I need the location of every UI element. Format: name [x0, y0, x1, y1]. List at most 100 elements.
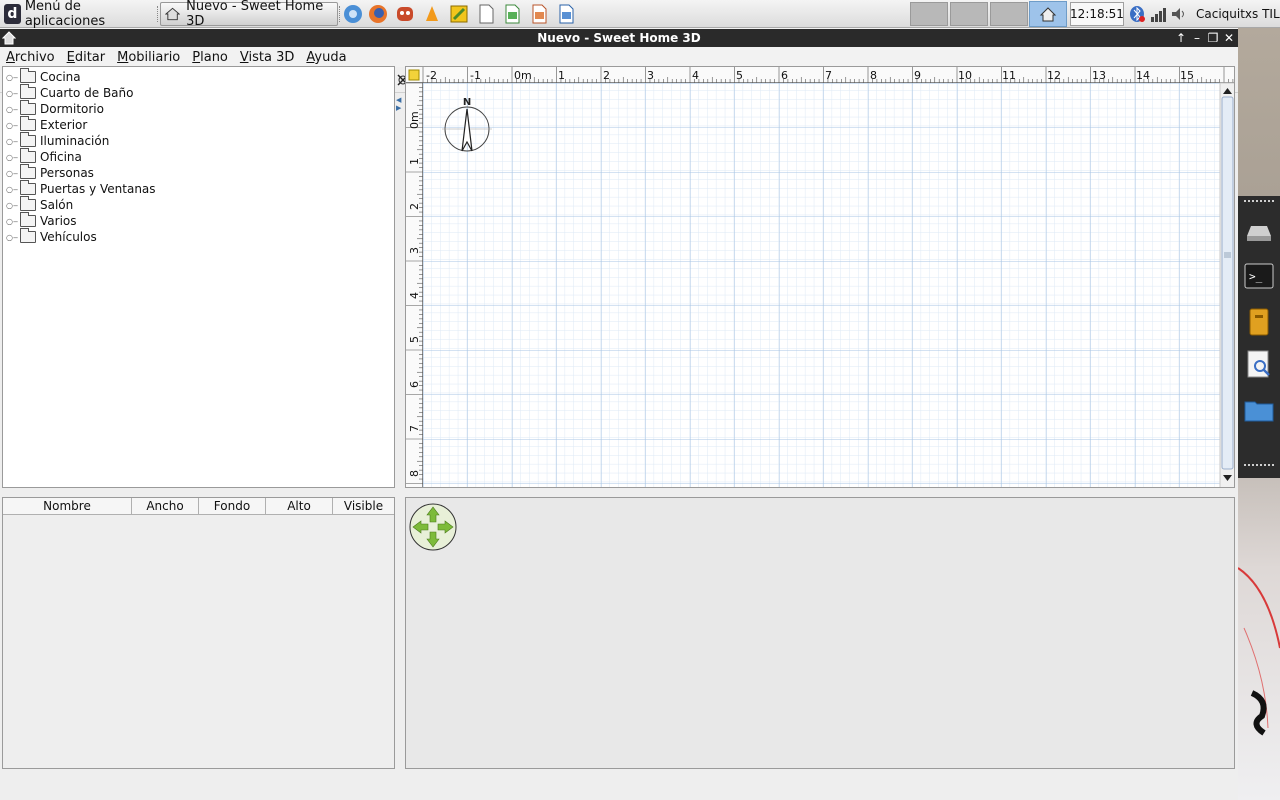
column-header-alto[interactable]: Alto [266, 498, 333, 515]
v-ruler-label: 7 [408, 425, 421, 432]
catalog-category-oficina[interactable]: ○‒ Oficina [6, 148, 82, 165]
keep-above-icon[interactable]: ↑ [1174, 30, 1188, 46]
expand-icon[interactable]: ○‒ [6, 136, 18, 146]
h-ruler-label: 5 [736, 69, 743, 82]
column-header-nombre[interactable]: Nombre [3, 498, 132, 515]
expand-icon[interactable]: ○‒ [6, 88, 18, 98]
catalog-category-iluminacion[interactable]: ○‒ Iluminación [6, 132, 109, 149]
h-ruler-label: 7 [825, 69, 832, 82]
vlc-launcher-icon[interactable] [422, 4, 442, 24]
column-header-visible[interactable]: Visible [333, 498, 394, 515]
folder-icon [20, 68, 36, 83]
v-ruler-label: 2 [408, 203, 421, 210]
catalog-category-cocina[interactable]: ○‒ Cocina [6, 68, 81, 85]
catalog-category-vehiculos[interactable]: ○‒ Vehículos [6, 228, 97, 245]
menu-archivo[interactable]: Archivo [0, 50, 61, 65]
expand-icon[interactable]: ○‒ [6, 152, 18, 162]
h-ruler-label: 15 [1180, 69, 1194, 82]
h-ruler-label: 2 [603, 69, 610, 82]
scrollbar-thumb[interactable] [1221, 96, 1234, 470]
ruler-corner-icon [408, 69, 420, 81]
workspace-3[interactable] [990, 2, 1028, 26]
applications-menu-button[interactable]: d Menú de aplicaciones [0, 0, 156, 29]
disk-drive-icon[interactable] [1243, 216, 1275, 248]
workspace-2[interactable] [950, 2, 988, 26]
workspace-4-active[interactable] [1029, 1, 1067, 27]
catalog-category-exterior[interactable]: ○‒ Exterior [6, 116, 87, 133]
menubar: Archivo Editar Mobiliario Plano Vista 3D… [0, 47, 1238, 67]
editor-launcher-icon[interactable] [449, 4, 469, 24]
sweet-home-3d-icon [165, 7, 181, 21]
expand-icon[interactable]: ○‒ [6, 216, 18, 226]
h-ruler-label: 11 [1002, 69, 1016, 82]
plan-canvas[interactable]: -2 -1 0m 1 2 3 4 5 6 7 8 9 10 11 12 13 1… [406, 67, 1235, 488]
v-ruler-label: 8 [408, 470, 421, 477]
side-dock: >_ [1238, 196, 1280, 478]
spreadsheet-launcher-icon[interactable] [502, 4, 522, 24]
presentation-launcher-icon[interactable] [529, 4, 549, 24]
plan-view[interactable]: -2 -1 0m 1 2 3 4 5 6 7 8 9 10 11 12 13 1… [405, 66, 1235, 488]
workspace-1[interactable] [910, 2, 948, 26]
h-ruler-label: 6 [781, 69, 788, 82]
catalog-category-dormitorio[interactable]: ○‒ Dormitorio [6, 100, 104, 117]
folder-icon[interactable] [1243, 394, 1275, 426]
catalog-category-salon[interactable]: ○‒ Salón [6, 196, 73, 213]
writer-launcher-icon[interactable] [556, 4, 576, 24]
vertical-splitter-arrows[interactable]: ◀ ▶ [396, 96, 402, 112]
catalog-category-varios[interactable]: ○‒ Varios [6, 212, 77, 229]
svg-text:>_: >_ [1249, 270, 1263, 283]
search-icon[interactable] [1243, 348, 1275, 380]
maximize-icon[interactable]: ❐ [1206, 30, 1220, 46]
expand-icon[interactable]: ○‒ [6, 72, 18, 82]
bluetooth-icon[interactable] [1129, 5, 1145, 23]
h-ruler-label: 9 [914, 69, 921, 82]
column-header-fondo[interactable]: Fondo [199, 498, 266, 515]
window-titlebar[interactable]: Nuevo - Sweet Home 3D ↑ – ❐ ✕ [0, 29, 1238, 47]
menu-mobiliario[interactable]: Mobiliario [111, 50, 186, 65]
plan-vertical-scrollbar[interactable] [1219, 82, 1235, 488]
v-ruler-label: 3 [408, 247, 421, 254]
text-document-launcher-icon[interactable] [476, 4, 496, 24]
furniture-table-header: Nombre Ancho Fondo Alto Visible [3, 498, 394, 515]
close-icon[interactable]: ✕ [1222, 30, 1236, 46]
volume-icon[interactable] [1171, 5, 1187, 23]
chromium-launcher-icon[interactable] [343, 4, 363, 24]
3d-view[interactable] [405, 497, 1235, 769]
h-ruler-label: 13 [1092, 69, 1106, 82]
menu-editar[interactable]: Editar [61, 50, 112, 65]
furniture-catalog-tree[interactable]: ○‒ Cocina ○‒ Cuarto de Baño ○‒ Dormitorio ○… [2, 66, 395, 488]
clock[interactable]: 12:18:51 [1070, 2, 1124, 26]
network-signal-icon[interactable] [1150, 5, 1166, 23]
user-name[interactable]: Caciquitxs TIL [1196, 0, 1280, 28]
expand-icon[interactable]: ○‒ [6, 200, 18, 210]
desktop-background: >_ [1238, 28, 1280, 800]
catalog-category-personas[interactable]: ○‒ Personas [6, 164, 94, 181]
expand-icon[interactable]: ○‒ [6, 184, 18, 194]
menu-ayuda[interactable]: Ayuda [300, 50, 352, 65]
expand-icon[interactable]: ○‒ [6, 232, 18, 242]
folder-icon [20, 132, 36, 147]
h-ruler-label: -1 [470, 69, 481, 82]
expand-icon[interactable]: ○‒ [6, 168, 18, 178]
catalog-category-cuarto-de-bano[interactable]: ○‒ Cuarto de Baño [6, 84, 133, 101]
folder-icon [20, 212, 36, 227]
3d-navigation-arrows-icon[interactable] [408, 502, 458, 552]
expand-icon[interactable]: ○‒ [6, 120, 18, 130]
menu-plano[interactable]: Plano [186, 50, 234, 65]
dock-grip [1244, 200, 1274, 204]
column-header-ancho[interactable]: Ancho [132, 498, 199, 515]
pidgin-launcher-icon[interactable] [395, 4, 415, 24]
catalog-category-puertas-y-ventanas[interactable]: ○‒ Puertas y Ventanas [6, 180, 156, 197]
v-ruler-label: 1 [408, 158, 421, 165]
dock-grip [1244, 464, 1274, 468]
firefox-launcher-icon[interactable] [368, 4, 388, 24]
furniture-table[interactable]: Nombre Ancho Fondo Alto Visible [2, 497, 395, 769]
minimize-icon[interactable]: – [1190, 30, 1204, 46]
v-ruler-label: 4 [408, 292, 421, 299]
file-cabinet-icon[interactable] [1243, 306, 1275, 338]
expand-icon[interactable]: ○‒ [6, 104, 18, 114]
menu-vista-3d[interactable]: Vista 3D [234, 50, 300, 65]
taskbar-window-button[interactable]: Nuevo - Sweet Home 3D [160, 0, 338, 29]
v-ruler-label: 5 [408, 336, 421, 343]
terminal-icon[interactable]: >_ [1243, 260, 1275, 292]
